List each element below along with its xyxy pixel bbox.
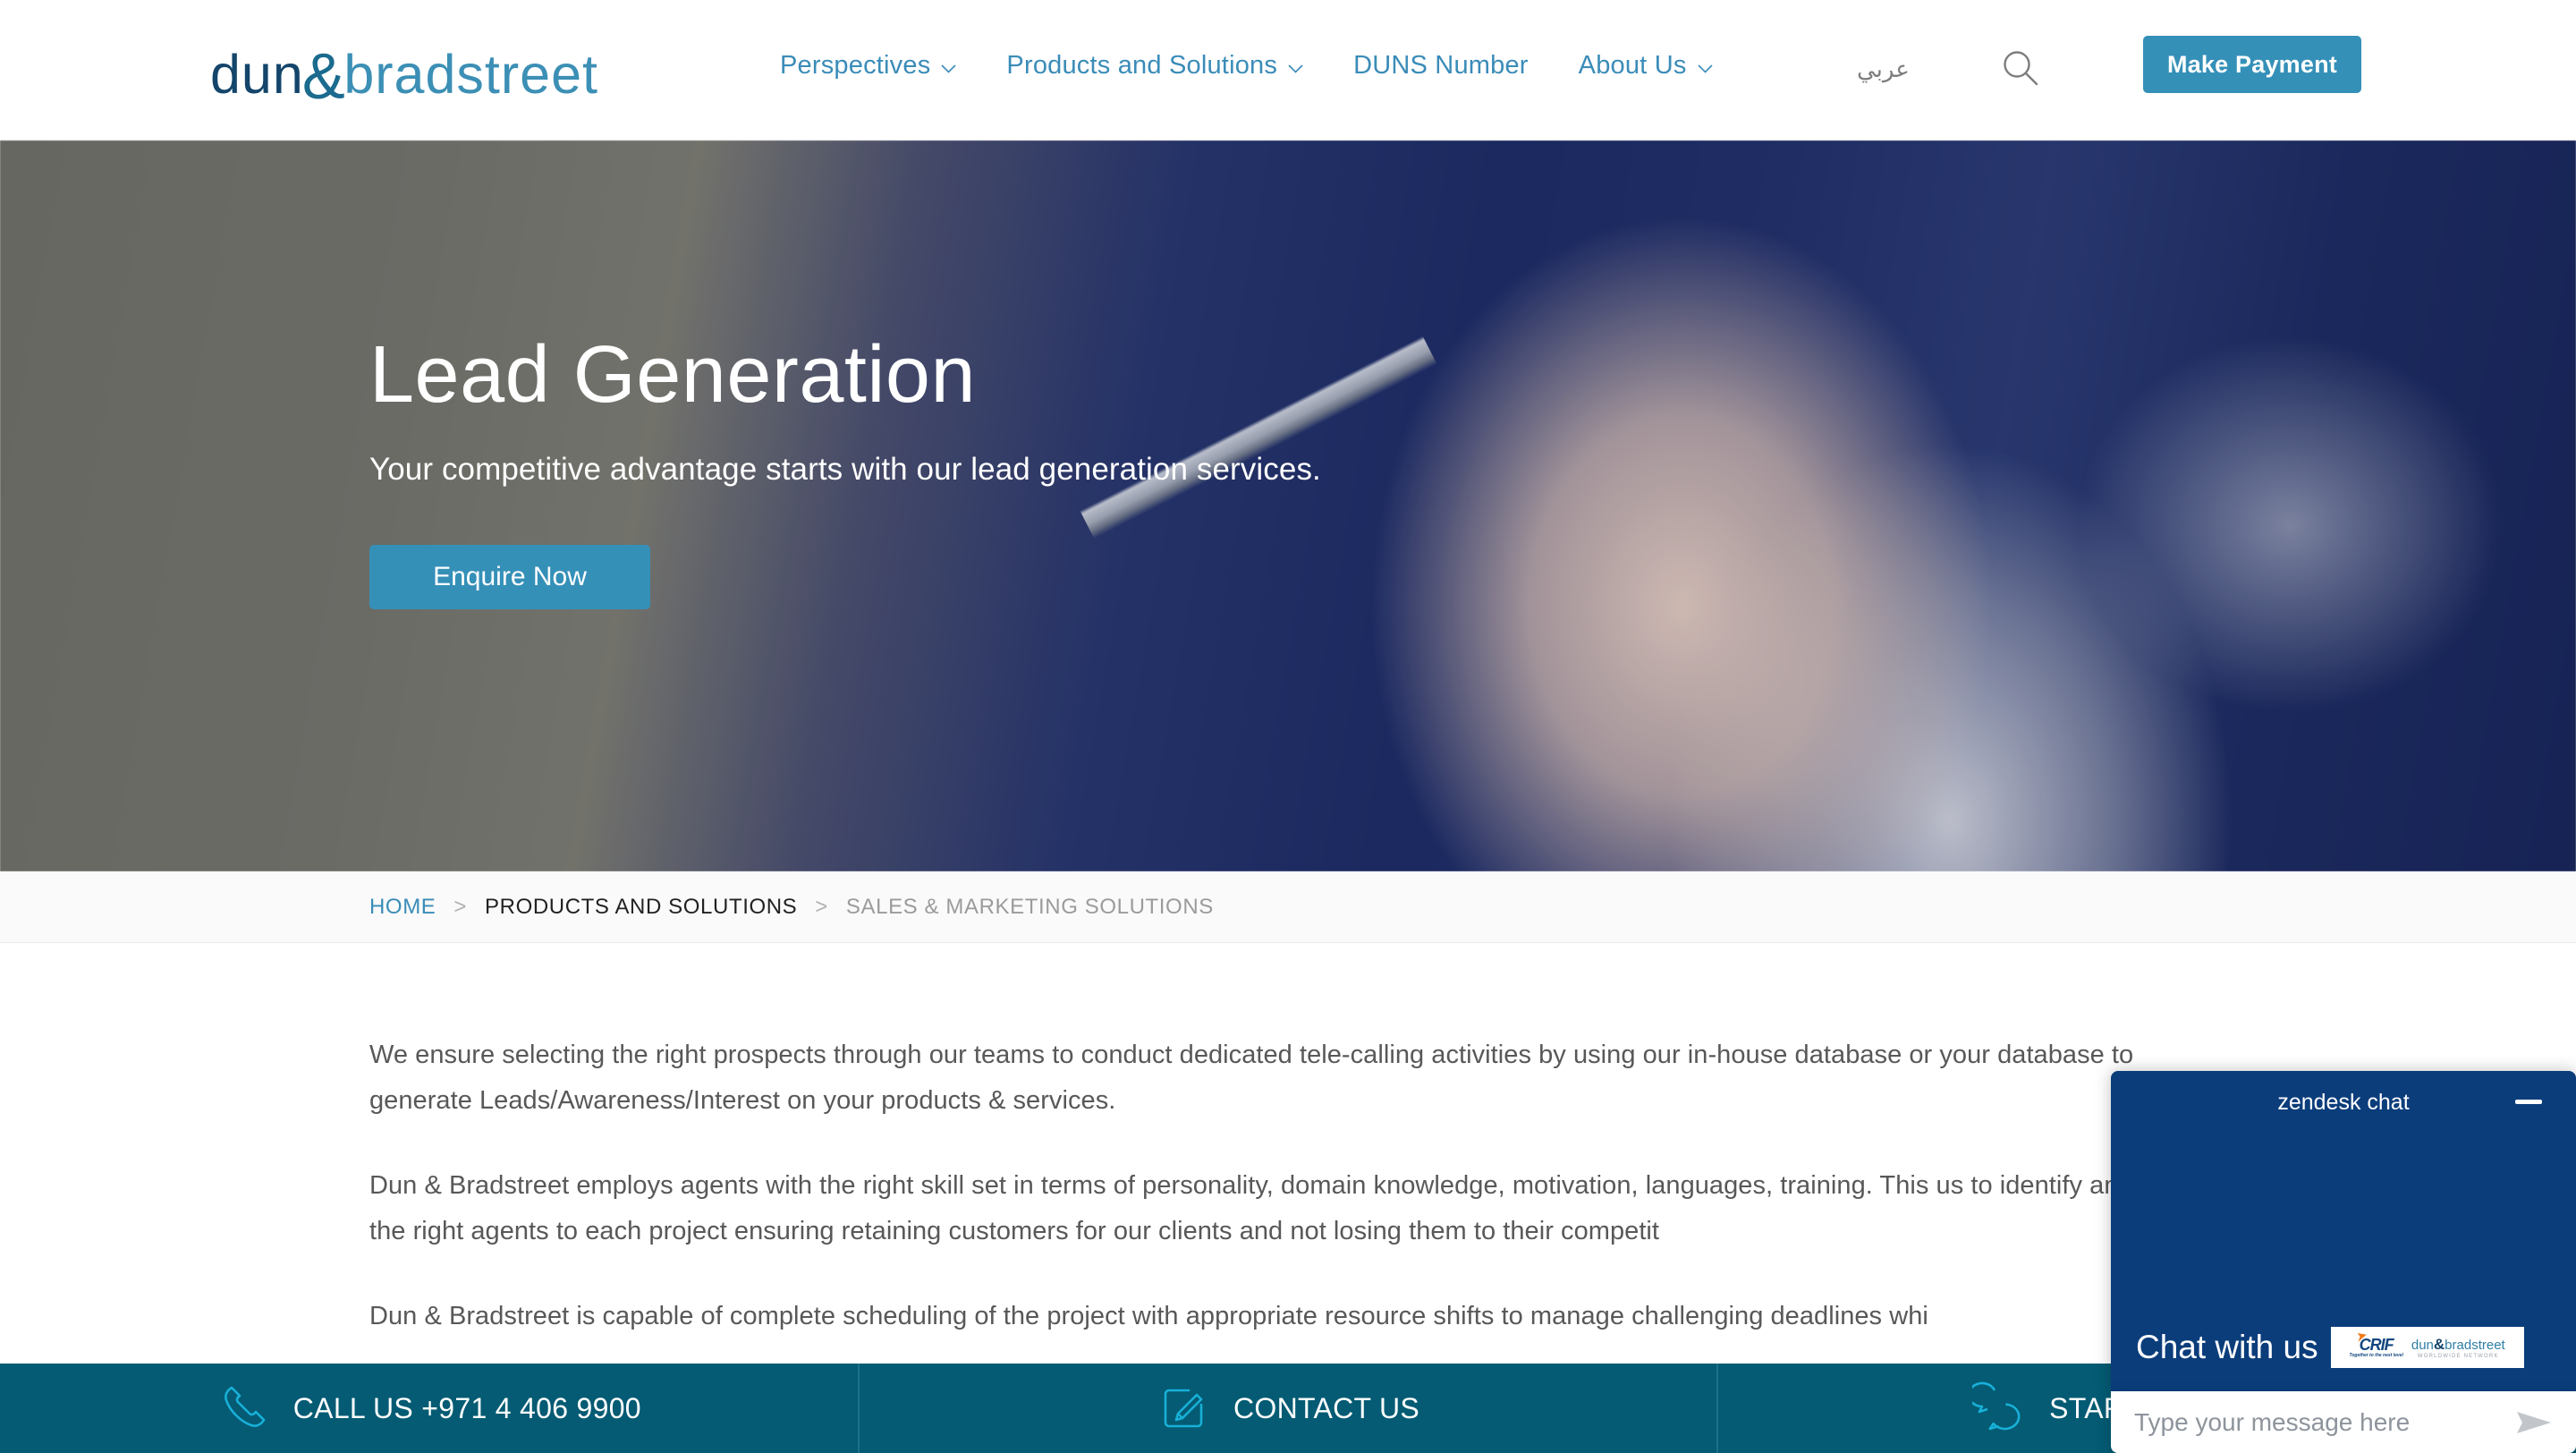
chevron-down-icon <box>941 64 956 73</box>
send-icon[interactable] <box>2515 1408 2553 1437</box>
enquire-now-button[interactable]: Enquire Now <box>369 544 650 609</box>
breadcrumb-item-products-and-solutions[interactable]: PRODUCTS AND SOLUTIONS <box>485 895 797 920</box>
db-wordmark: dun&bradstreet <box>2411 1337 2505 1352</box>
brand-logo[interactable]: dun&bradstreet <box>210 39 598 109</box>
nav-item-perspectives[interactable]: Perspectives <box>780 51 956 81</box>
site-header: dun&bradstreet Perspectives Products and… <box>0 0 2576 140</box>
hero-content: Lead Generation Your competitive advanta… <box>369 333 1321 609</box>
breadcrumb-item-current: SALES & MARKETING SOLUTIONS <box>845 894 1214 919</box>
db-text-dun: dun <box>2411 1337 2434 1353</box>
primary-navigation: Perspectives Products and Solutions DUNS… <box>780 51 1713 81</box>
partner-logos-badge: ➤ CRIF Together to the next level dun&bra… <box>2330 1327 2524 1368</box>
crif-tagline: Together to the next level <box>2349 1353 2403 1358</box>
nav-label: About Us <box>1578 51 1687 80</box>
db-tagline: WORLDWIDE NETWORK <box>2417 1353 2499 1359</box>
chat-title: zendesk chat <box>2277 1089 2410 1115</box>
chat-panel: zendesk chat Chat with us ➤ CRIF Together… <box>2111 1071 2576 1391</box>
breadcrumb-separator-icon: > <box>453 894 468 919</box>
make-payment-button[interactable]: Make Payment <box>2143 36 2361 93</box>
bottom-bar-label: CONTACT US <box>1233 1391 1420 1424</box>
breadcrumb: HOME > PRODUCTS AND SOLUTIONS > SALES & … <box>369 895 1214 920</box>
minimize-icon[interactable] <box>2515 1100 2542 1104</box>
bottom-bar-call-us[interactable]: CALL US +971 4 406 9900 <box>0 1364 860 1453</box>
body-paragraph: Dun & Bradstreet employs agents with the… <box>369 1171 2191 1245</box>
nav-item-duns-number[interactable]: DUNS Number <box>1353 51 1529 81</box>
logo-text-bradstreet: bradstreet <box>343 44 598 105</box>
nav-label: DUNS Number <box>1353 51 1529 80</box>
chat-greeting-row: Chat with us ➤ CRIF Together to the next … <box>2111 1327 2576 1368</box>
dun-bradstreet-logo: dun&bradstreet WORLDWIDE NETWORK <box>2411 1337 2505 1359</box>
nav-item-about-us[interactable]: About Us <box>1579 51 1713 81</box>
crif-swoosh-icon: ➤ <box>2353 1328 2367 1345</box>
chat-greeting: Chat with us <box>2136 1329 2318 1365</box>
body-paragraph: We ensure selecting the right prospects … <box>369 1041 2134 1115</box>
logo-text-dun: dun <box>210 44 304 105</box>
bottom-bar-contact-us[interactable]: CONTACT US <box>860 1364 1719 1453</box>
logo-ampersand-icon: & <box>301 41 346 113</box>
chat-header: zendesk chat <box>2111 1071 2576 1134</box>
pencil-document-icon <box>1157 1381 1210 1435</box>
crif-wordmark: ➤ CRIF <box>2354 1329 2394 1353</box>
nav-label: Perspectives <box>780 51 931 80</box>
bottom-bar-label: CALL US +971 4 406 9900 <box>292 1391 641 1424</box>
zendesk-chat-widget: zendesk chat Chat with us ➤ CRIF Together… <box>2111 1071 2576 1453</box>
search-icon[interactable] <box>2001 48 2040 88</box>
db-ampersand-icon: & <box>2433 1335 2445 1353</box>
chat-input-bar <box>2111 1391 2576 1453</box>
hero-banner: Lead Generation Your competitive advanta… <box>0 140 2576 871</box>
breadcrumb-item-home[interactable]: HOME <box>369 895 436 920</box>
breadcrumb-separator-icon: > <box>815 894 828 919</box>
breadcrumb-bar: HOME > PRODUCTS AND SOLUTIONS > SALES & … <box>0 871 2576 943</box>
chat-message-input[interactable] <box>2134 1407 2515 1437</box>
db-text-bradstreet: bradstreet <box>2445 1337 2505 1353</box>
chevron-down-icon <box>1697 64 1713 73</box>
chat-bubbles-icon <box>1968 1381 2026 1435</box>
nav-label: Products and Solutions <box>1006 51 1278 80</box>
crif-logo: ➤ CRIF Together to the next level <box>2349 1329 2403 1358</box>
phone-icon <box>216 1381 270 1435</box>
nav-item-products-and-solutions[interactable]: Products and Solutions <box>1006 51 1303 81</box>
hero-title: Lead Generation <box>369 330 977 420</box>
body-paragraph: Dun & Bradstreet is capable of complete … <box>369 1302 1928 1330</box>
chevron-down-icon <box>1288 64 1303 73</box>
language-switch-arabic[interactable]: عربي <box>1857 55 1910 83</box>
hero-subtitle: Your competitive advantage starts with o… <box>369 451 1321 487</box>
